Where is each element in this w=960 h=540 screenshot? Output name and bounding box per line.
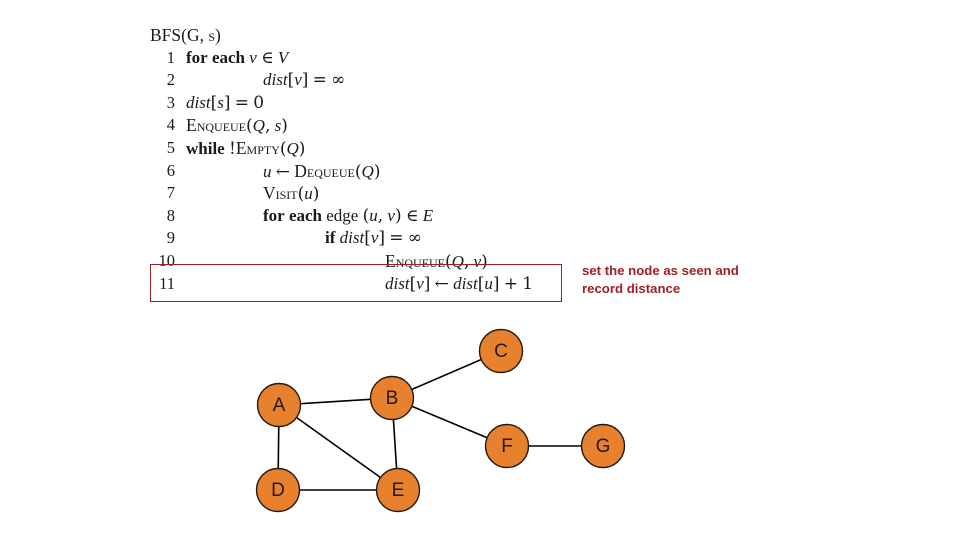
slide-canvas: BFS(G, s) 1 for each v ∈ V 2 dist[v] = ∞ 3 di…	[0, 0, 960, 540]
graph-node-E[interactable]: E	[375, 467, 421, 513]
graph-node-G[interactable]: G	[580, 423, 626, 469]
graph-edge-A-E	[296, 416, 381, 479]
node-label-C: C	[494, 341, 508, 362]
node-label-E: E	[392, 480, 405, 501]
graph-node-B[interactable]: B	[369, 375, 415, 421]
graph-edge-B-C	[411, 358, 482, 391]
node-label-D: D	[271, 480, 285, 501]
node-label-B: B	[386, 388, 399, 409]
node-label-A: A	[273, 395, 286, 416]
node-label-G: G	[596, 436, 611, 457]
graph-node-A[interactable]: A	[256, 382, 302, 428]
graph-edge-B-E	[392, 419, 398, 469]
graph-diagram: A B C D E F G	[255, 328, 626, 513]
graph-edges	[277, 358, 582, 491]
graph-node-D[interactable]: D	[255, 467, 301, 513]
node-label-F: F	[501, 436, 513, 457]
graph-node-C[interactable]: C	[478, 328, 524, 374]
graph-edge-B-F	[411, 405, 488, 439]
graph-nodes: A B C D E F G	[255, 328, 626, 513]
graph-node-F[interactable]: F	[484, 423, 530, 469]
graph-edge-A-B	[300, 398, 371, 405]
